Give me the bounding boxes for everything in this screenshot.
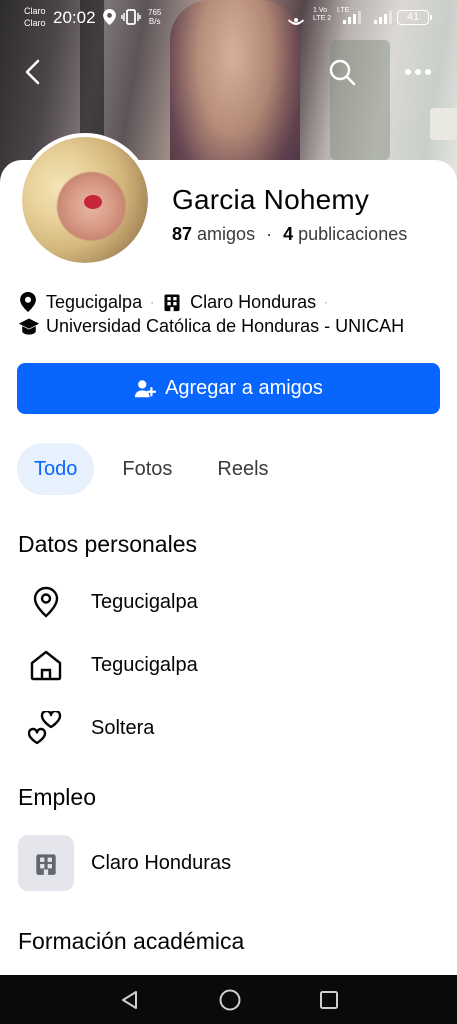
battery-indicator: 41 (397, 10, 432, 25)
add-friend-icon (134, 379, 157, 397)
section-title-personal: Datos personales (18, 531, 197, 557)
net-speed-value: 765 (148, 8, 162, 17)
carrier-2: Claro (24, 18, 46, 28)
nav-home-icon (219, 989, 240, 1010)
more-dots-icon (405, 69, 431, 75)
avatar-image (22, 137, 148, 263)
section-title-education: Formación académica (18, 928, 245, 954)
more-options-button[interactable] (398, 52, 438, 92)
hotspot-icon (286, 9, 306, 28)
personal-row-location: Tegucigalpa (18, 574, 438, 630)
graduation-cap-icon (18, 318, 40, 335)
personal-row-relationship: Soltera (18, 700, 438, 756)
nav-recents-button[interactable] (319, 990, 339, 1010)
volte-indicator: 1 Vo LTE 2 (313, 7, 331, 23)
profile-name: Garcia Nohemy (172, 184, 370, 215)
intro-separator: · (324, 295, 329, 309)
cover-decor (430, 108, 457, 140)
status-bar: Claro Claro 20:02 765 B/s 1 Vo LTE 2 LTE… (0, 0, 457, 36)
intro-workplace[interactable]: Claro Honduras (190, 292, 316, 313)
home-icon (18, 637, 74, 693)
personal-relationship-text: Soltera (91, 716, 155, 739)
volte-bottom: LTE 2 (313, 15, 332, 22)
intro-city: Tegucigalpa (46, 291, 143, 312)
signal-2-icon (374, 10, 394, 27)
employment-row[interactable]: Claro Honduras (18, 835, 438, 891)
tab-fotos[interactable]: Fotos (105, 443, 189, 495)
tab-todo[interactable]: Todo (17, 443, 95, 495)
nav-home-button[interactable] (218, 988, 242, 1012)
profile-stats: 87 amigos · 4 publicaciones (172, 224, 407, 245)
search-icon (329, 59, 356, 86)
location-pin-icon (18, 574, 74, 630)
friends-label[interactable]: amigos (197, 224, 255, 244)
company-icon (18, 835, 74, 891)
back-button[interactable] (13, 52, 53, 92)
system-navigation-bar (0, 975, 457, 1024)
intro-line-location-work: Tegucigalpa · Claro Honduras · (18, 291, 336, 313)
posts-label: publicaciones (298, 224, 408, 244)
location-status-icon (103, 9, 116, 28)
volte-top: 1 Vo (313, 7, 328, 14)
personal-row-home: Tegucigalpa (18, 637, 438, 693)
vibrate-icon (121, 9, 141, 28)
lte-label: LTE (337, 7, 350, 14)
section-title-employment: Empleo (18, 784, 96, 810)
carrier-1: Claro (24, 6, 46, 16)
building-icon (164, 294, 180, 312)
personal-home-text[interactable]: Tegucigalpa (91, 654, 198, 677)
intro-line-education: Universidad Católica de Honduras - UNICA… (18, 316, 404, 337)
intro-education[interactable]: Universidad Católica de Honduras - UNICA… (46, 316, 404, 337)
nav-back-button[interactable] (119, 989, 141, 1011)
net-speed-unit: B/s (148, 17, 161, 26)
employment-company[interactable]: Claro Honduras (91, 852, 231, 875)
tab-reels[interactable]: Reels (200, 443, 285, 495)
add-friend-label: Agregar a amigos (165, 377, 323, 399)
carrier-labels: Claro Claro (24, 5, 46, 29)
friends-count[interactable]: 87 (172, 224, 192, 244)
back-arrow-icon (25, 59, 40, 85)
network-speed: 765 B/s (148, 8, 161, 26)
profile-tabs: Todo Fotos Reels (17, 443, 297, 495)
nav-recents-icon (319, 990, 338, 1009)
stats-separator: · (266, 224, 273, 244)
clock: 20:02 (53, 8, 96, 27)
search-button[interactable] (322, 52, 362, 92)
nav-back-icon (121, 990, 137, 1009)
profile-avatar[interactable] (18, 133, 152, 267)
intro-separator: · (150, 295, 155, 309)
posts-count: 4 (283, 224, 294, 244)
add-friend-button[interactable]: Agregar a amigos (17, 363, 440, 414)
personal-location-text[interactable]: Tegucigalpa (91, 591, 198, 614)
hearts-icon (18, 700, 74, 756)
location-pin-icon (20, 292, 36, 312)
